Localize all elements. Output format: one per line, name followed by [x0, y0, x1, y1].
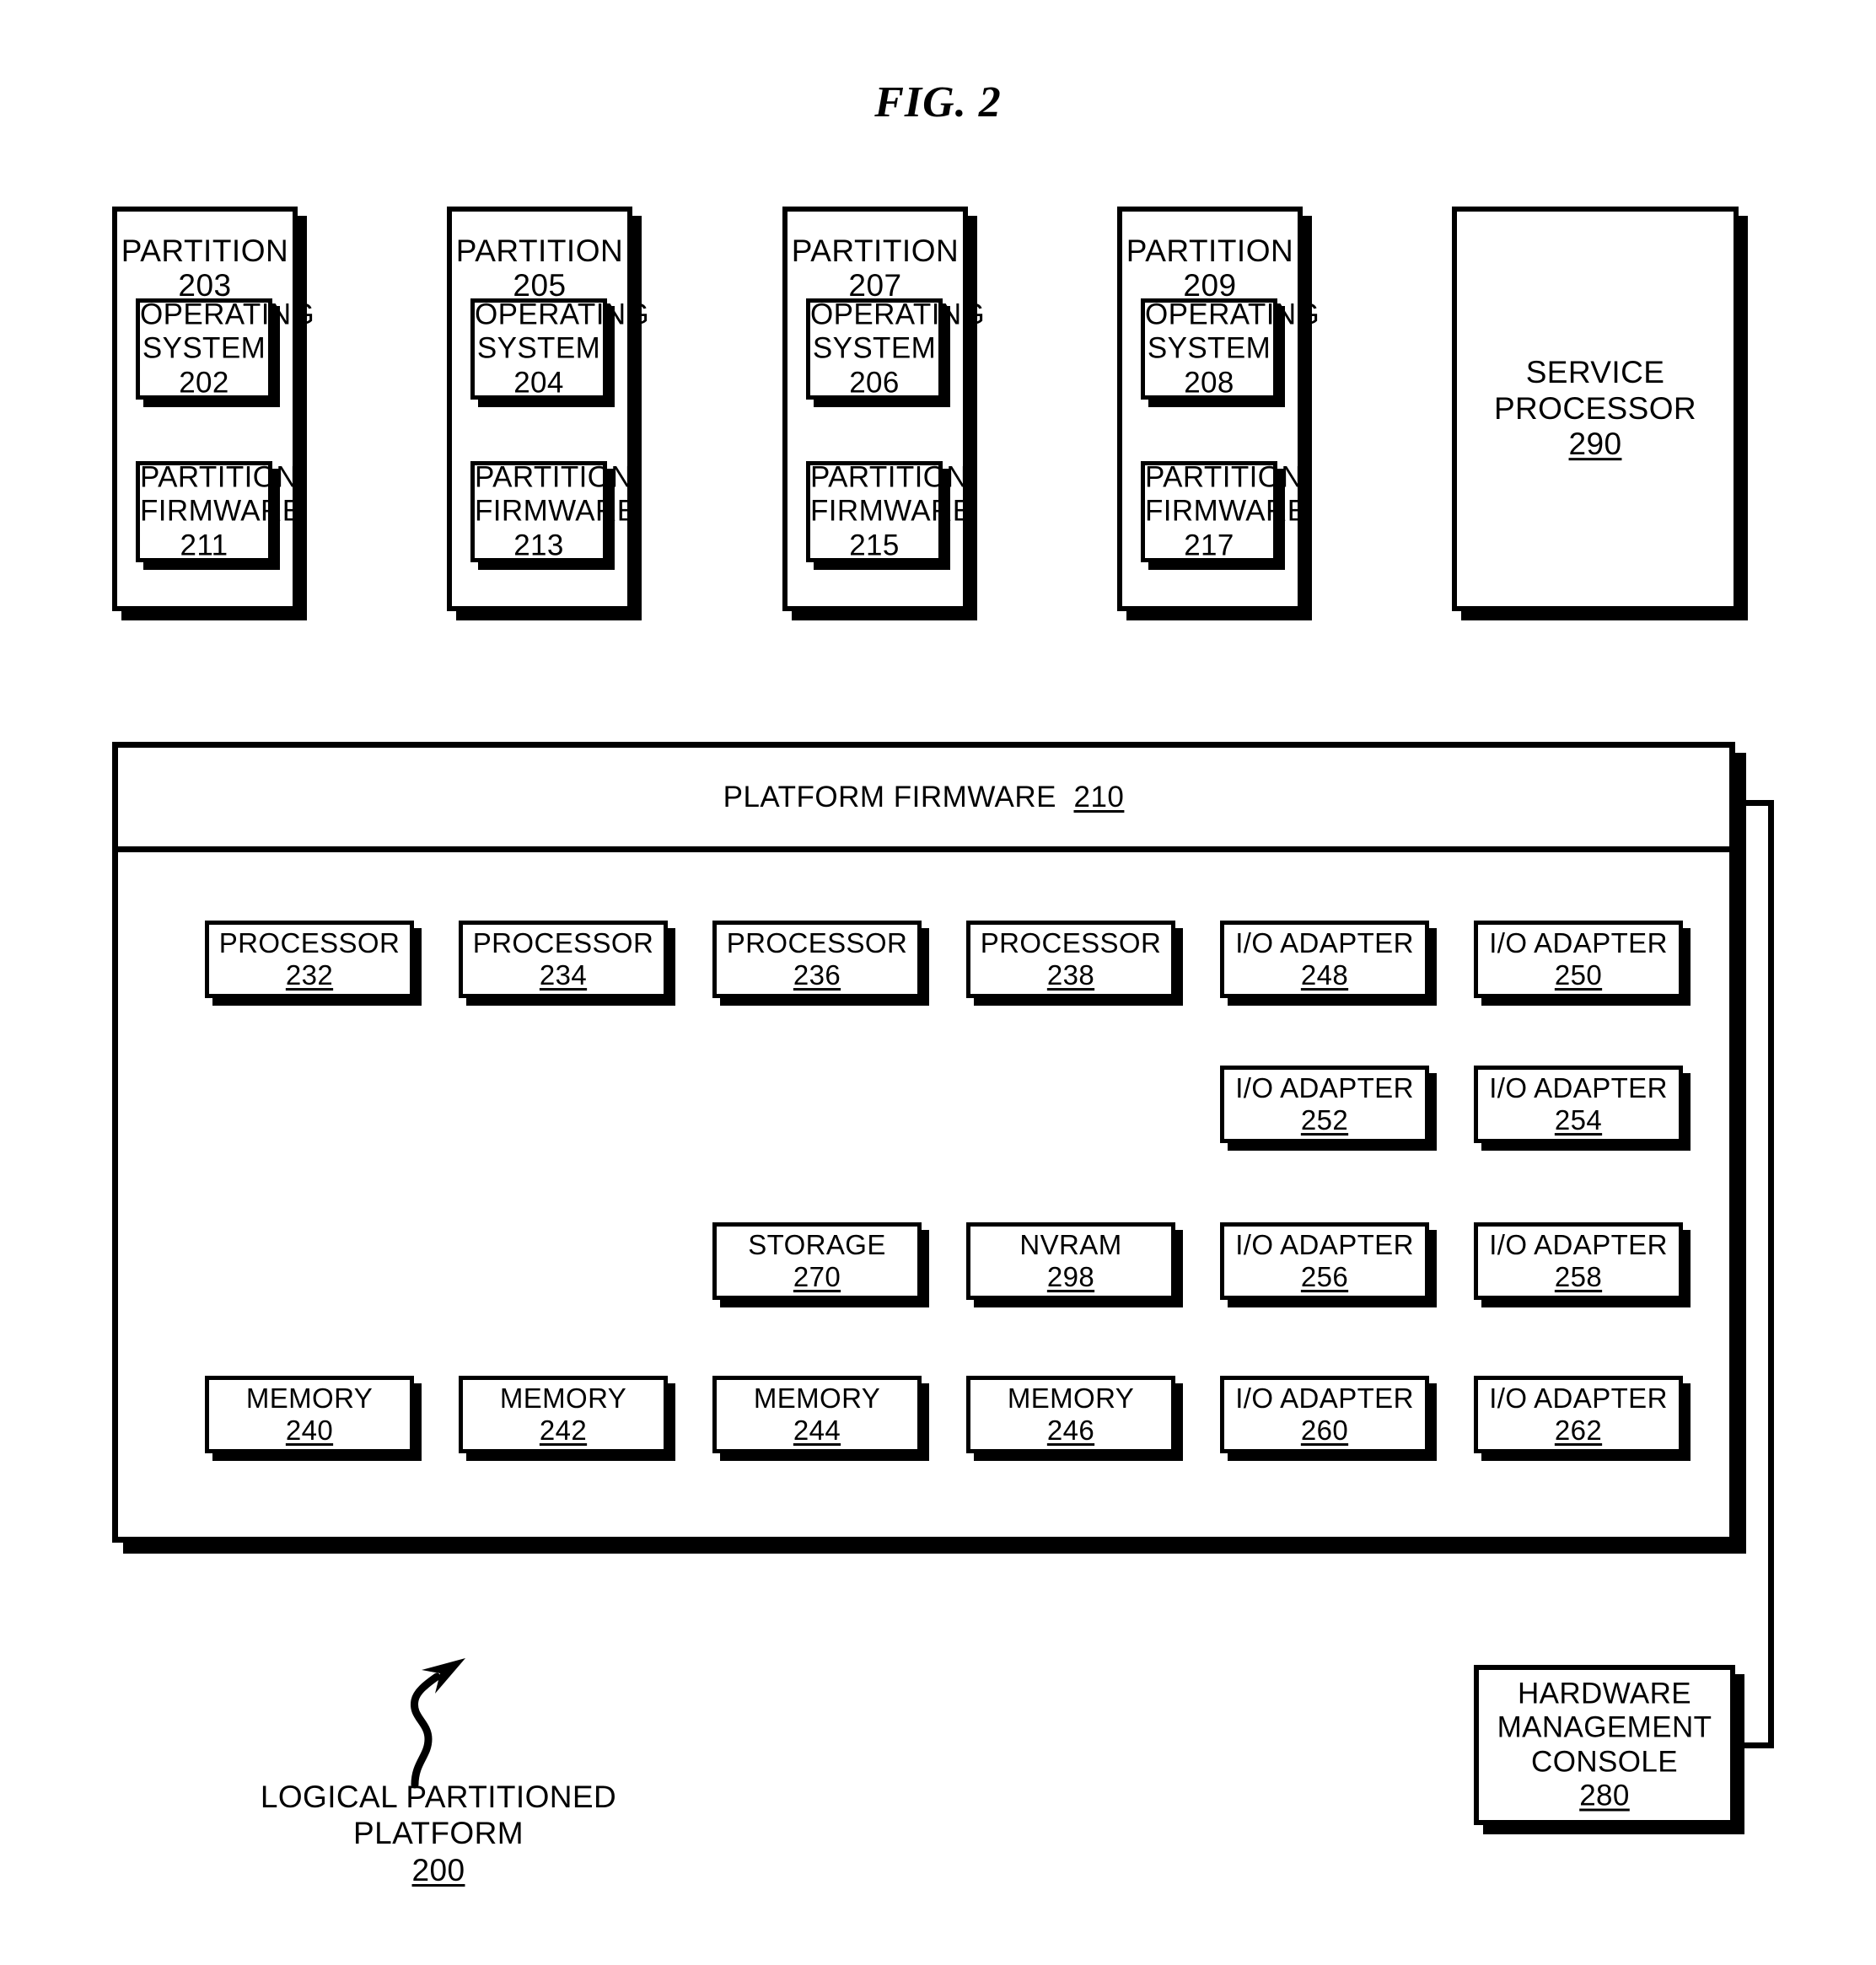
figure-canvas: FIG. 2 PARTITION 203 OPERATING SYSTEM 20…: [0, 0, 1876, 1965]
resource-box-io-adapter-252: I/O ADAPTER 252: [1220, 1066, 1429, 1143]
resource-box-io-adapter-262: I/O ADAPTER 262: [1474, 1376, 1683, 1453]
partition-firmware-box-215: PARTITION FIRMWARE 215: [806, 460, 973, 562]
resource-box-processor-232: PROCESSOR 232: [205, 921, 414, 998]
caption-line-2: PLATFORM: [353, 1816, 524, 1851]
resource-label: I/O ADAPTER 252: [1235, 1072, 1414, 1136]
partition-title-209: PARTITION 209: [1122, 234, 1298, 303]
resource-label: I/O ADAPTER 262: [1489, 1382, 1668, 1446]
resource-label: MEMORY 240: [245, 1382, 374, 1446]
operating-system-box-208: OPERATING SYSTEM 208: [1141, 298, 1320, 400]
partition-firmware-box-213: PARTITION FIRMWARE 213: [470, 460, 637, 562]
partition-firmware-label: PARTITION FIRMWARE 217: [1145, 460, 1308, 562]
resource-label: NVRAM 298: [1019, 1229, 1122, 1292]
resource-box-memory-242: MEMORY 242: [459, 1376, 668, 1453]
callout-arrow-icon: [363, 1656, 506, 1791]
partition-box-203: PARTITION 203 OPERATING SYSTEM 202 PARTI…: [112, 207, 315, 611]
resource-box-processor-236: PROCESSOR 236: [712, 921, 922, 998]
partition-box-209: PARTITION 209 OPERATING SYSTEM 208 PARTI…: [1117, 207, 1320, 611]
resource-box-nvram-298: NVRAM 298: [966, 1222, 1175, 1300]
operating-system-label: OPERATING SYSTEM 206: [810, 298, 986, 400]
platform-firmware-box-210: PLATFORM FIRMWARE 210 PROCESSOR 232 PROC…: [112, 742, 1735, 1543]
caption-line-1: LOGICAL PARTITIONED: [260, 1780, 617, 1814]
resource-box-processor-234: PROCESSOR 234: [459, 921, 668, 998]
resource-label: MEMORY 242: [499, 1382, 627, 1446]
figure-title: FIG. 2: [874, 78, 1002, 126]
hardware-management-console-box-280: HARDWARE MANAGEMENT CONSOLE 280: [1474, 1665, 1735, 1825]
resource-box-io-adapter-260: I/O ADAPTER 260: [1220, 1376, 1429, 1453]
partition-box-205: PARTITION 205 OPERATING SYSTEM 204 PARTI…: [447, 207, 650, 611]
resource-box-memory-240: MEMORY 240: [205, 1376, 414, 1453]
resource-box-memory-244: MEMORY 244: [712, 1376, 922, 1453]
resource-label: PROCESSOR 238: [980, 927, 1162, 991]
platform-firmware-header: PLATFORM FIRMWARE 210: [117, 748, 1730, 852]
resource-box-storage-270: STORAGE 270: [712, 1222, 922, 1300]
partition-title-text: PARTITION: [455, 234, 624, 268]
resource-label: STORAGE 270: [748, 1229, 886, 1292]
operating-system-box-206: OPERATING SYSTEM 206: [806, 298, 986, 400]
figure-caption: LOGICAL PARTITIONED PLATFORM 200: [202, 1779, 675, 1888]
resource-label: MEMORY 246: [1007, 1382, 1135, 1446]
resource-box-io-adapter-248: I/O ADAPTER 248: [1220, 921, 1429, 998]
resource-label: PROCESSOR 232: [218, 927, 400, 991]
operating-system-label: OPERATING SYSTEM 202: [140, 298, 315, 400]
service-processor-label: SERVICE PROCESSOR 290: [1493, 355, 1697, 462]
resource-box-io-adapter-258: I/O ADAPTER 258: [1474, 1222, 1683, 1300]
partition-title-text: PARTITION: [791, 234, 960, 268]
operating-system-box-204: OPERATING SYSTEM 204: [470, 298, 650, 400]
partition-title-207: PARTITION 207: [787, 234, 963, 303]
resource-box-io-adapter-254: I/O ADAPTER 254: [1474, 1066, 1683, 1143]
operating-system-label: OPERATING SYSTEM 208: [1145, 298, 1320, 400]
resource-label: I/O ADAPTER 248: [1235, 927, 1414, 991]
partition-firmware-box-217: PARTITION FIRMWARE 217: [1141, 460, 1308, 562]
resource-label: I/O ADAPTER 260: [1235, 1382, 1414, 1446]
resource-box-io-adapter-256: I/O ADAPTER 256: [1220, 1222, 1429, 1300]
platform-firmware-label: PLATFORM FIRMWARE 210: [723, 781, 1125, 813]
resource-box-io-adapter-250: I/O ADAPTER 250: [1474, 921, 1683, 998]
resource-box-processor-238: PROCESSOR 238: [966, 921, 1175, 998]
partition-title-text: PARTITION: [1126, 234, 1294, 268]
resource-label: PROCESSOR 234: [472, 927, 654, 991]
resource-box-memory-246: MEMORY 246: [966, 1376, 1175, 1453]
resource-label: I/O ADAPTER 256: [1235, 1229, 1414, 1292]
resource-label: MEMORY 244: [753, 1382, 881, 1446]
operating-system-box-202: OPERATING SYSTEM 202: [136, 298, 315, 400]
partition-title-205: PARTITION 205: [452, 234, 627, 303]
partition-title-203: PARTITION 203: [117, 234, 293, 303]
caption-ref: 200: [411, 1852, 465, 1887]
partition-firmware-box-211: PARTITION FIRMWARE 211: [136, 460, 303, 562]
connector-segment-vertical: [1768, 800, 1774, 1748]
resource-label: I/O ADAPTER 258: [1489, 1229, 1668, 1292]
partition-firmware-label: PARTITION FIRMWARE 213: [475, 460, 637, 562]
resource-label: PROCESSOR 236: [726, 927, 908, 991]
service-processor-box-290: SERVICE PROCESSOR 290: [1452, 207, 1739, 611]
resource-label: I/O ADAPTER 250: [1489, 927, 1668, 991]
operating-system-label: OPERATING SYSTEM 204: [475, 298, 650, 400]
partition-firmware-label: PARTITION FIRMWARE 211: [140, 460, 303, 562]
partition-box-207: PARTITION 207 OPERATING SYSTEM 206 PARTI…: [782, 207, 986, 611]
resource-label: I/O ADAPTER 254: [1489, 1072, 1668, 1136]
partition-title-text: PARTITION: [121, 234, 289, 268]
hardware-management-console-label: HARDWARE MANAGEMENT CONSOLE 280: [1497, 1677, 1712, 1812]
partition-firmware-label: PARTITION FIRMWARE 215: [810, 460, 973, 562]
